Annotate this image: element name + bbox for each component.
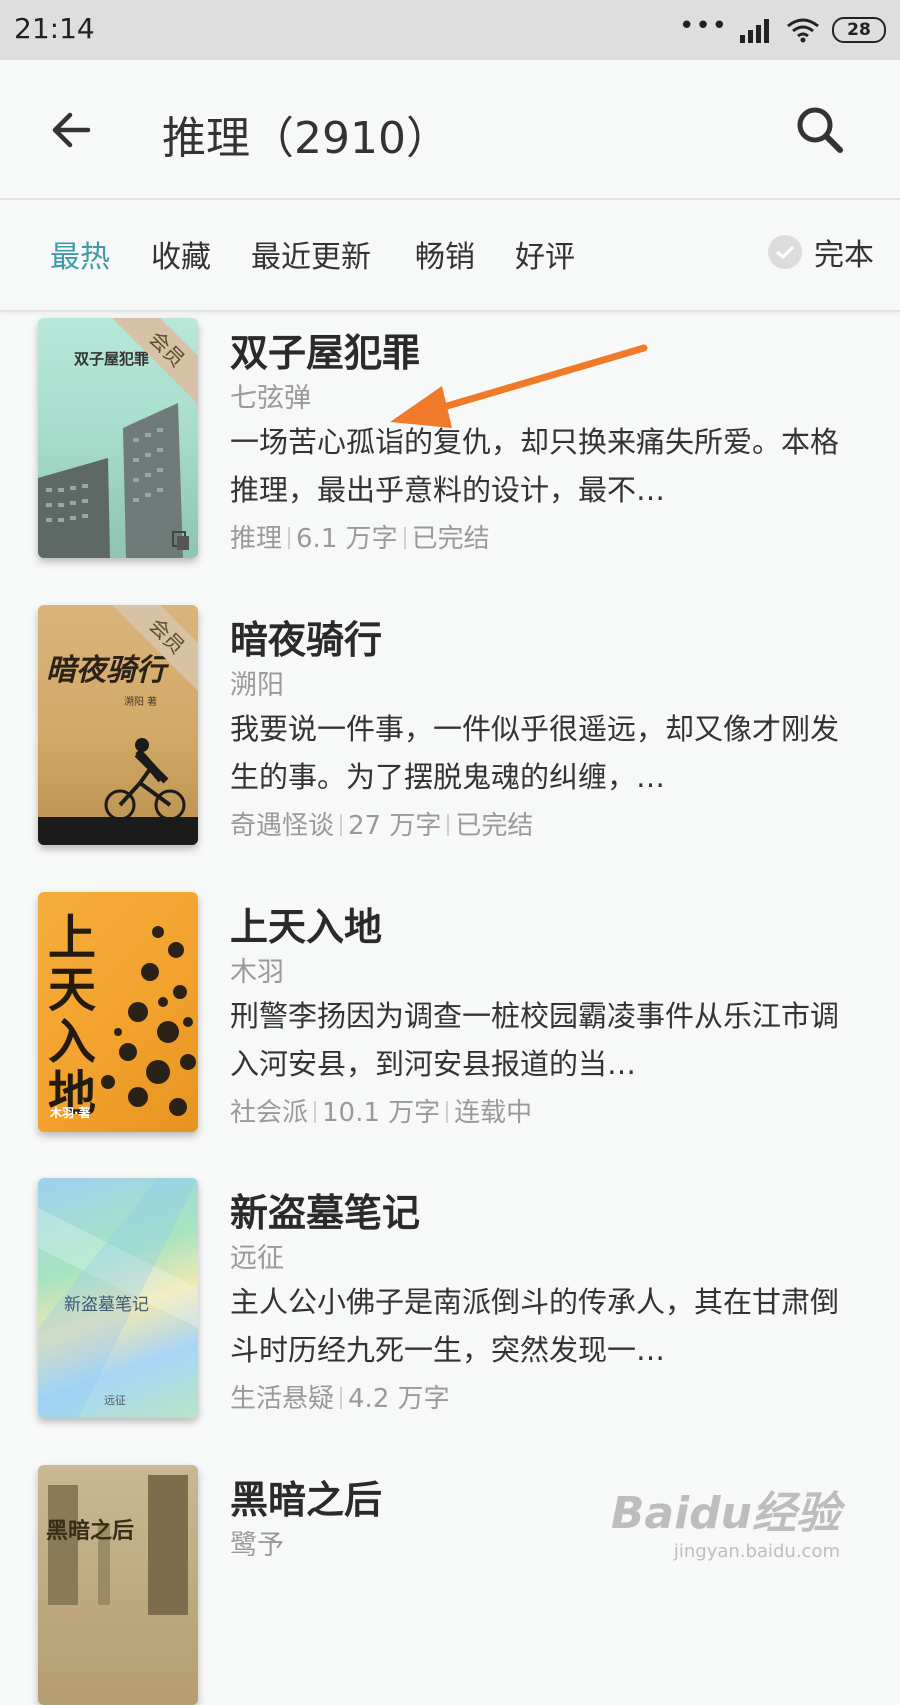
- book-title: 黑暗之后: [230, 1478, 383, 1522]
- book-status: 连载中: [454, 1098, 533, 1128]
- back-arrow-icon: [52, 112, 91, 148]
- book-title: 暗夜骑行: [230, 618, 383, 662]
- book-cover[interactable]: 双子屋犯罪 会员: [38, 318, 198, 558]
- book-genre: 生活悬疑: [230, 1384, 335, 1414]
- cover-title: 黑暗之后: [46, 1519, 135, 1544]
- book-author: 七弦弹: [230, 383, 311, 414]
- status-bar: 21:14 ••• 28: [0, 0, 900, 60]
- book-cover[interactable]: 新盗墓笔记 远征: [38, 1178, 198, 1418]
- book-author: 溯阳: [230, 670, 284, 701]
- search-icon: [797, 107, 843, 153]
- book-word-count: 10.1 万字: [322, 1098, 441, 1128]
- book-description: 刑警李扬因为调查一桩校园霸凌事件从乐江市调入河安县，到河安县报道的当…: [230, 999, 840, 1081]
- tab-favorites[interactable]: 收藏: [151, 232, 211, 276]
- book-cover[interactable]: 暗夜骑行 溯阳 著 会员: [38, 605, 198, 845]
- back-button[interactable]: [44, 102, 100, 158]
- search-button[interactable]: [792, 102, 848, 158]
- meta-divider: [340, 814, 343, 836]
- tab-top-rated[interactable]: 好评: [515, 232, 575, 276]
- book-word-count: 6.1 万字: [296, 524, 398, 554]
- book-meta: 生活悬疑 4.2 万字: [230, 1378, 450, 1415]
- book-author: 鹭予: [230, 1530, 284, 1561]
- book-description: 我要说一件事，一件似乎很遥远，却又像才刚发生的事。为了摆脱鬼魂的纠缠，…: [230, 712, 840, 794]
- meta-divider: [447, 814, 450, 836]
- book-author: 木羽: [230, 957, 284, 988]
- completed-filter-toggle[interactable]: 完本: [768, 230, 874, 274]
- cover-street-image: [48, 1475, 188, 1615]
- cover-title: 新盗墓笔记: [64, 1295, 149, 1315]
- status-icons: ••• 28: [678, 11, 886, 46]
- cover-title: 暗夜骑行: [46, 653, 166, 688]
- book-genre: 社会派: [230, 1098, 309, 1128]
- watermark-logo: Baidu经验: [610, 1488, 840, 1539]
- tab-bestselling[interactable]: 畅销: [415, 232, 475, 276]
- annotation-arrow-icon: [390, 344, 648, 428]
- book-word-count: 4.2 万字: [348, 1384, 450, 1414]
- meta-divider: [403, 527, 406, 549]
- meta-divider: [288, 527, 291, 549]
- book-word-count: 27 万字: [348, 811, 442, 841]
- book-genre: 推理: [230, 524, 283, 554]
- meta-divider: [446, 1101, 449, 1123]
- book-title: 新盗墓笔记: [230, 1191, 421, 1235]
- watermark-url: jingyan.baidu.com: [673, 1541, 840, 1562]
- completed-label: 完本: [814, 238, 874, 273]
- book-description: 主人公小佛子是南派倒斗的传承人，其在甘肃倒斗时历经九死一生，突然发现一…: [230, 1285, 840, 1367]
- filter-bar: 最热 收藏 最近更新 畅销 好评 完本: [0, 200, 900, 312]
- page-title: 推理（2910）: [162, 113, 450, 164]
- signal-icon: [740, 19, 769, 43]
- meta-divider: [314, 1101, 317, 1123]
- meta-divider: [340, 1387, 343, 1409]
- book-cover[interactable]: 黑暗之后: [38, 1465, 198, 1705]
- book-meta: 奇遇怪谈 27 万字 已完结: [230, 805, 533, 842]
- book-genre: 奇遇怪谈: [230, 811, 335, 841]
- app-bar: 推理（2910）: [0, 60, 900, 200]
- cover-title: 双子屋犯罪: [74, 350, 150, 368]
- book-item[interactable]: 新盗墓笔记 远征 新盗墓笔记 远征 主人公小佛子是南派倒斗的传承人，其在甘肃倒斗…: [0, 1178, 900, 1468]
- book-meta: 社会派 10.1 万字 连载中: [230, 1092, 532, 1129]
- book-cover[interactable]: 上天入地 木羽·著: [38, 892, 198, 1132]
- book-item[interactable]: 暗夜骑行 溯阳 著 会员 暗夜骑行 溯阳 我要说一件事，一件似乎很遥远，却又像才…: [0, 605, 900, 895]
- battery-icon: 28: [832, 17, 886, 43]
- book-title: 上天入地: [230, 905, 383, 949]
- wifi-icon: [787, 18, 819, 43]
- book-item[interactable]: 上天入地 木羽·著 上天入地 木羽 刑警李扬因为调查一桩校园霸凌事件从乐江市调入…: [0, 892, 900, 1182]
- cover-author: 远征: [104, 1394, 126, 1407]
- book-status: 已完结: [455, 811, 534, 841]
- tab-recent-updates[interactable]: 最近更新: [251, 232, 371, 276]
- cover-author: 溯阳 著: [124, 697, 158, 708]
- baidu-watermark: Baidu经验 jingyan.baidu.com: [611, 1477, 840, 1562]
- book-author: 远征: [230, 1243, 284, 1274]
- cover-title: 上天入地: [48, 910, 97, 1122]
- tab-hottest[interactable]: 最热: [50, 232, 110, 276]
- check-circle-icon: [768, 235, 802, 269]
- cover-author: 木羽·著: [50, 1106, 91, 1120]
- book-status: 已完结: [411, 524, 490, 554]
- status-time: 21:14: [14, 12, 95, 45]
- book-meta: 推理 6.1 万字 已完结: [230, 518, 490, 555]
- notification-dots: •••: [678, 11, 728, 41]
